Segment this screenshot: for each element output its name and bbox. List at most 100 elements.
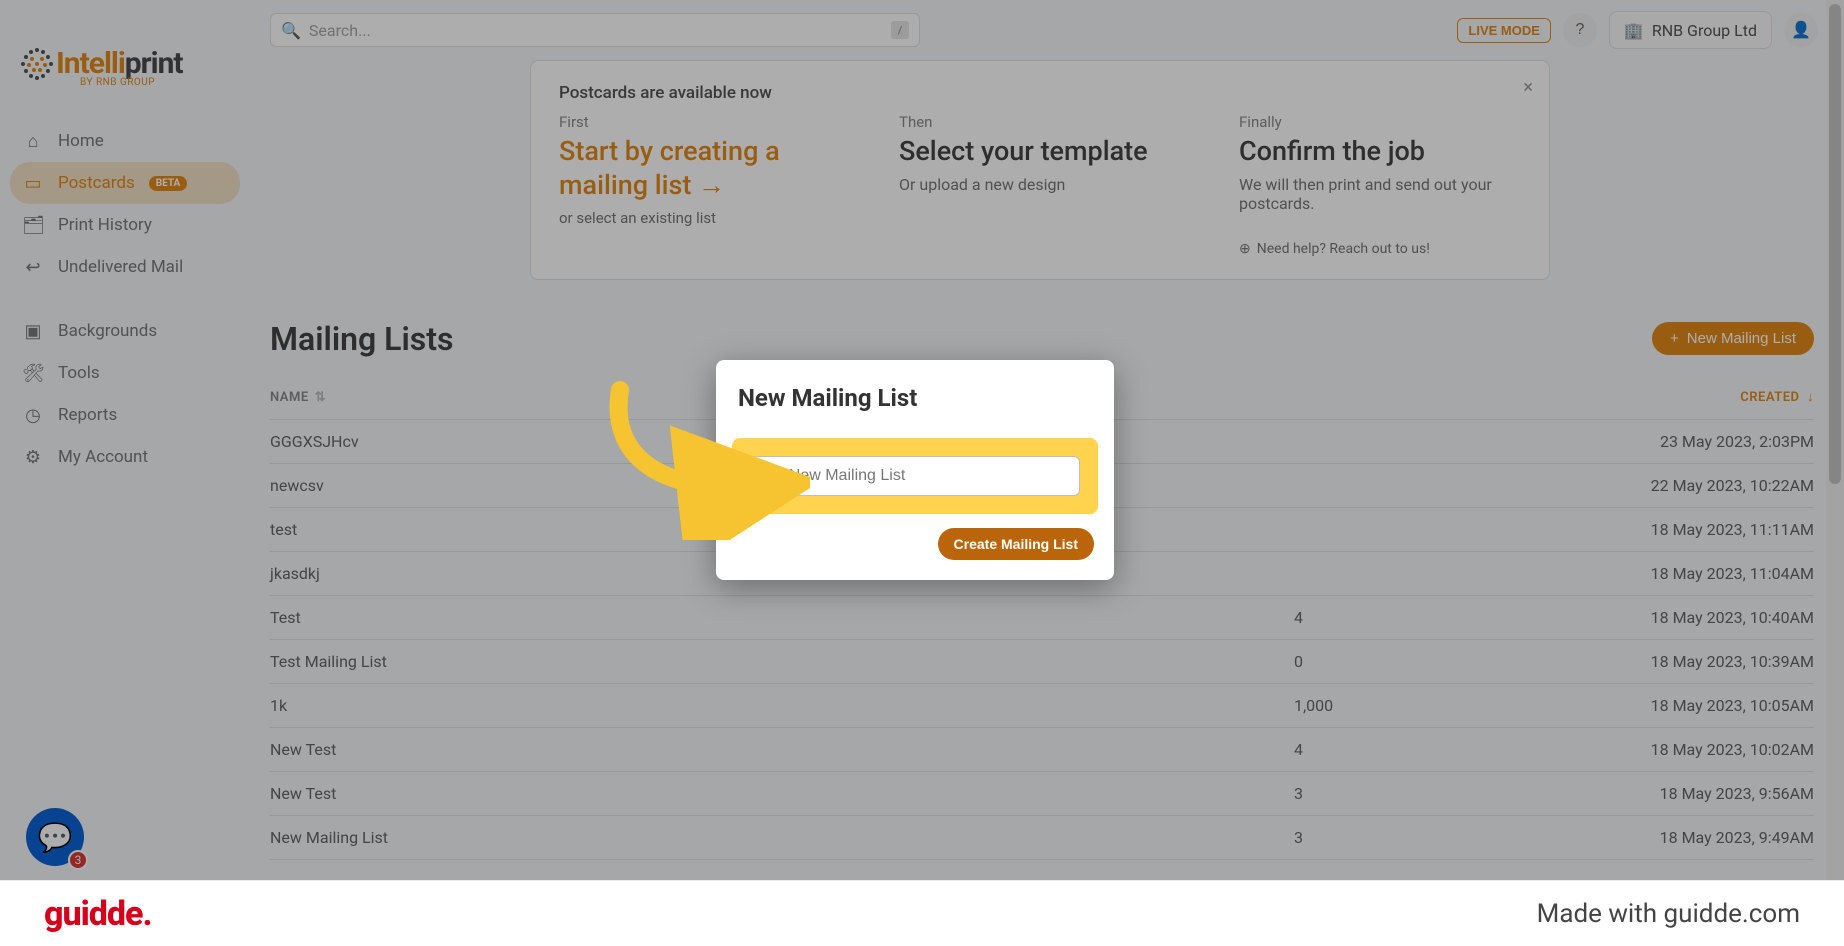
sort-arrows-icon: ⇅	[315, 390, 326, 405]
new-mailing-list-button[interactable]: + New Mailing List	[1652, 322, 1814, 355]
create-mailing-list-button[interactable]: Create Mailing List	[938, 528, 1094, 560]
sidebar-item-print-history[interactable]: 🗂 Print History	[10, 204, 240, 246]
notification-badge: 3	[68, 850, 88, 870]
cell-name: New Test	[270, 740, 1294, 759]
mailing-list-name-input[interactable]	[750, 456, 1080, 496]
sidebar-item-tools[interactable]: 🛠 Tools	[10, 352, 240, 394]
step-subtext: We will then print and send out your pos…	[1239, 175, 1521, 213]
search-placeholder: Search...	[309, 21, 371, 40]
mailing-lists-header: Mailing Lists + New Mailing List	[270, 320, 1814, 358]
postcards-icon: ▭	[22, 173, 44, 194]
print-history-icon: 🗂	[22, 215, 44, 236]
sidebar-item-backgrounds[interactable]: ▣ Backgrounds	[10, 310, 240, 352]
step-label: Then	[899, 113, 1179, 131]
lifebuoy-icon: ⊕	[1239, 241, 1251, 257]
sort-down-icon: ↓	[1803, 390, 1814, 405]
reports-icon: ◷	[22, 405, 44, 426]
table-row[interactable]: Test Mailing List018 May 2023, 10:39AM	[270, 640, 1814, 684]
cell-created: 18 May 2023, 11:11AM	[1494, 520, 1814, 539]
cell-name: 1k	[270, 696, 1294, 715]
cell-name: New Mailing List	[270, 828, 1294, 847]
step-label: First	[559, 113, 839, 131]
cell-created: 22 May 2023, 10:22AM	[1494, 476, 1814, 495]
company-name: RNB Group Ltd	[1652, 21, 1757, 40]
table-row[interactable]: 1k1,00018 May 2023, 10:05AM	[270, 684, 1814, 728]
sidebar-item-home[interactable]: ⌂Home	[10, 120, 240, 162]
cell-recipients: 0	[1294, 652, 1494, 671]
table-row[interactable]: New Test318 May 2023, 9:56AM	[270, 772, 1814, 816]
sidebar-item-label: Backgrounds	[58, 321, 157, 341]
cell-name: Test Mailing List	[270, 652, 1294, 671]
sidebar-nav: ⌂Home ▭ Postcards BETA 🗂 Print History ↩ Undeli…	[0, 120, 250, 478]
brand-logo: Intelliprint BY RNB GROUP	[20, 32, 220, 102]
cell-recipients: 3	[1294, 784, 1494, 803]
cell-created: 23 May 2023, 2:03PM	[1494, 432, 1814, 451]
close-icon[interactable]: ×	[1523, 77, 1533, 98]
brand-subtitle: BY RNB GROUP	[20, 77, 220, 88]
step-subtext: Or upload a new design	[899, 175, 1179, 194]
undelivered-icon: ↩	[22, 257, 44, 278]
banner-title: Postcards are available now	[559, 83, 1521, 103]
scrollbar[interactable]	[1826, 0, 1844, 880]
sidebar-item-label: Reports	[58, 405, 117, 425]
cell-name: New Test	[270, 784, 1294, 803]
sidebar-item-label: Home	[58, 131, 104, 151]
cell-recipients: 1,000	[1294, 696, 1494, 715]
sidebar-item-label: Print History	[58, 215, 152, 235]
backgrounds-icon: ▣	[22, 321, 44, 342]
live-mode-button[interactable]: LIVE MODE	[1457, 18, 1551, 43]
help-circle-button[interactable]: ?	[1563, 13, 1597, 47]
search-icon: 🔍	[281, 21, 301, 40]
sidebar-item-account[interactable]: ⚙ My Account	[10, 436, 240, 478]
onboarding-banner: × Postcards are available now First Star…	[530, 60, 1550, 280]
scrollbar-thumb[interactable]	[1829, 4, 1841, 484]
cell-created: 18 May 2023, 10:02AM	[1494, 740, 1814, 759]
sidebar-item-label: My Account	[58, 447, 148, 467]
sidebar-item-label: Undelivered Mail	[58, 257, 183, 277]
search-shortcut-hint: /	[891, 21, 909, 39]
brand-wordmark: Intelliprint	[56, 46, 183, 81]
input-highlight-annotation	[736, 442, 1094, 510]
topbar: 🔍 Search... / LIVE MODE ? 🏢 RNB Group Lt…	[270, 10, 1818, 50]
support-chat-bubble[interactable]: 💬 3	[26, 808, 84, 866]
step-heading: Select your template	[899, 135, 1179, 169]
sidebar-item-postcards[interactable]: ▭ Postcards BETA	[10, 162, 240, 204]
sidebar-item-reports[interactable]: ◷ Reports	[10, 394, 240, 436]
user-avatar-button[interactable]: 👤	[1784, 13, 1818, 47]
building-icon: 🏢	[1624, 21, 1644, 40]
guidde-logo: guidde.	[44, 894, 152, 934]
modal-title: New Mailing List	[736, 384, 1094, 412]
table-row[interactable]: New Test418 May 2023, 10:02AM	[270, 728, 1814, 772]
cell-created: 18 May 2023, 10:05AM	[1494, 696, 1814, 715]
cell-created: 18 May 2023, 11:04AM	[1494, 564, 1814, 583]
cell-recipients: 4	[1294, 740, 1494, 759]
cell-name: Test	[270, 608, 1294, 627]
sidebar-item-label: Tools	[58, 363, 100, 383]
guidde-footer: guidde. Made with guidde.com	[0, 880, 1844, 946]
new-mailing-list-modal: New Mailing List Create Mailing List	[716, 360, 1114, 580]
table-row[interactable]: Test418 May 2023, 10:40AM	[270, 596, 1814, 640]
person-icon: 👤	[1791, 20, 1811, 40]
banner-step-first[interactable]: First Start by creating a mailing list →…	[559, 113, 839, 257]
beta-badge: BETA	[149, 176, 188, 191]
step-heading: Start by creating a mailing list →	[559, 135, 839, 203]
banner-help-link[interactable]: ⊕ Need help? Reach out to us!	[1239, 241, 1521, 257]
cell-created: 18 May 2023, 10:39AM	[1494, 652, 1814, 671]
tools-icon: 🛠	[22, 363, 44, 384]
column-header-created[interactable]: CREATED ↓	[1494, 389, 1814, 405]
cell-created: 18 May 2023, 9:56AM	[1494, 784, 1814, 803]
sidebar-item-undelivered[interactable]: ↩ Undelivered Mail	[10, 246, 240, 288]
banner-step-then: Then Select your template Or upload a ne…	[899, 113, 1179, 257]
cell-created: 18 May 2023, 9:49AM	[1494, 828, 1814, 847]
help-question-icon: ?	[1575, 21, 1584, 39]
sidebar-item-label: Postcards	[58, 173, 135, 193]
cell-recipients: 4	[1294, 608, 1494, 627]
logo-dots-icon	[20, 47, 54, 81]
plus-icon: +	[1670, 330, 1679, 347]
search-input[interactable]: 🔍 Search... /	[270, 13, 920, 47]
page-title: Mailing Lists	[270, 320, 453, 358]
table-row[interactable]: New Mailing List318 May 2023, 9:49AM	[270, 816, 1814, 860]
account-icon: ⚙	[22, 447, 44, 468]
company-switcher[interactable]: 🏢 RNB Group Ltd	[1609, 11, 1772, 49]
cell-recipients: 3	[1294, 828, 1494, 847]
